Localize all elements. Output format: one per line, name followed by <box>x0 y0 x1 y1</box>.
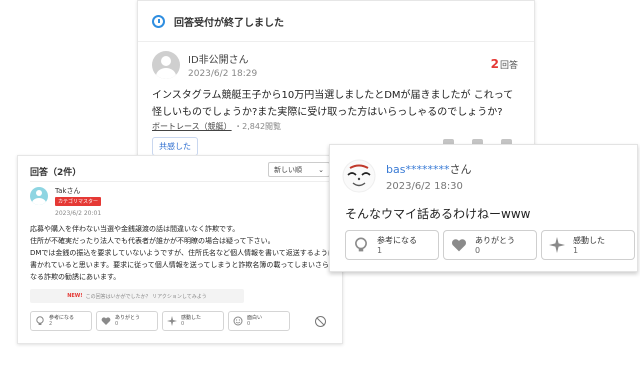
avatar <box>30 187 48 205</box>
sparkle-icon <box>167 316 177 326</box>
answer-paragraph: DMでは金銭の振込を要求していないようですが、住所氏名など個人情報を書いて返送す… <box>30 249 335 281</box>
question-body: インスタグラム競艇王子から10万円当選しましたとDMが届きましたが これって怪し… <box>152 90 514 118</box>
reaction-label: 参考になる <box>49 315 75 321</box>
feedback-prompt: NEW! この回答はいかがでしたか？ リアクションしてみよう <box>30 289 244 303</box>
bulb-icon <box>355 237 367 252</box>
feedback-text: この回答はいかがでしたか？ リアクションしてみよう <box>85 293 207 300</box>
reaction-buttons: 参考になる 2 ありがとう 0 感動した 0 面白い 0 <box>30 311 290 331</box>
reaction-label: 参考になる <box>377 235 417 245</box>
category-link[interactable]: ボートレース（競艇） <box>152 122 232 131</box>
question-date: 2023/6/2 18:29 <box>188 69 258 79</box>
reaction-funny-button[interactable]: 面白い 0 <box>228 311 290 331</box>
reaction-label: ありがとう <box>475 235 515 245</box>
bulb-icon <box>36 316 44 325</box>
reaction-count: 0 <box>115 321 119 327</box>
reaction-label: ありがとう <box>115 315 141 321</box>
block-icon[interactable] <box>315 316 326 327</box>
status-text: 回答受付が終了しました <box>174 17 284 29</box>
reaction-count: 1 <box>573 245 579 255</box>
heart-icon <box>452 239 466 252</box>
reaction-buttons: 参考になる 1 ありがとう 0 感動した 1 <box>345 230 635 260</box>
reaction-label: 感動した <box>573 235 605 245</box>
view-count: ・2,842閲覧 <box>234 122 282 131</box>
reaction-helpful-button[interactable]: 参考になる 1 <box>345 230 439 260</box>
answer-body: そんなウマイ話あるわけねーwww <box>345 207 531 221</box>
answer-date: 2023/6/2 18:30 <box>386 181 463 192</box>
heart-icon <box>101 317 111 325</box>
reaction-moved-button[interactable]: 感動した 1 <box>541 230 635 260</box>
smile-icon <box>233 316 243 326</box>
reaction-helpful-button[interactable]: 参考になる 2 <box>30 311 92 331</box>
answerer-name[interactable]: Takさん <box>55 186 80 196</box>
answers-header: 回答（2件） <box>30 168 82 178</box>
answerer-suffix: さん <box>449 163 472 176</box>
reaction-count: 1 <box>377 245 383 255</box>
avatar <box>342 159 376 193</box>
answerer-link[interactable]: bas******** <box>386 163 449 176</box>
reaction-moved-button[interactable]: 感動した 0 <box>162 311 224 331</box>
reaction-count: 2 <box>49 321 53 327</box>
reaction-count: 0 <box>181 321 185 327</box>
sort-value: 新しい順 <box>274 165 302 174</box>
zoom-answer-card: bas********さん 2023/6/2 18:30 そんなウマイ話あるわけ… <box>329 144 638 272</box>
divider <box>30 181 330 182</box>
avatar <box>152 51 180 79</box>
empathy-button[interactable]: 共感した <box>152 137 198 156</box>
questioner-name: ID非公開さん <box>188 55 249 66</box>
answer-paragraph: 住所が不確実だったり法人でも代表者が誰かが不明瞭の場合は疑って下さい。 <box>30 237 275 245</box>
new-badge: NEW! <box>67 293 83 299</box>
answerer-name: bas********さん <box>386 161 471 177</box>
answer-body: 応募や購入を伴わない当選や金銭譲渡の話は間違いなく詐欺です。 住所が不確実だった… <box>30 223 335 283</box>
answer-count: 2回答 <box>491 57 518 71</box>
reaction-count: 0 <box>247 321 251 327</box>
answers-card: 回答（2件） 新しい順 ⌄ Takさん カテゴリマスター 2023/6/2 20… <box>17 155 343 344</box>
category-master-badge: カテゴリマスター <box>55 197 102 206</box>
answer-count-number: 2 <box>490 57 499 71</box>
chevron-down-icon: ⌄ <box>318 165 324 174</box>
sort-select[interactable]: 新しい順 ⌄ <box>268 162 330 177</box>
sparkle-icon <box>549 237 565 253</box>
answer-date: 2023/6/2 20:01 <box>55 210 102 217</box>
reaction-thanks-button[interactable]: ありがとう 0 <box>443 230 537 260</box>
reaction-thanks-button[interactable]: ありがとう 0 <box>96 311 158 331</box>
empathy-label: 共感した <box>159 142 191 151</box>
answer-paragraph: 応募や購入を伴わない当選や金銭譲渡の話は間違いなく詐欺です。 <box>30 225 240 233</box>
status-bar: 回答受付が終了しました <box>138 1 534 42</box>
reaction-count: 0 <box>475 245 481 255</box>
clock-icon <box>152 14 165 28</box>
category-line: ボートレース（競艇） ・2,842閲覧 <box>152 121 281 132</box>
questioner: ID非公開さん 2023/6/2 18:29 <box>152 51 257 79</box>
answer-count-label: 回答 <box>499 61 518 71</box>
